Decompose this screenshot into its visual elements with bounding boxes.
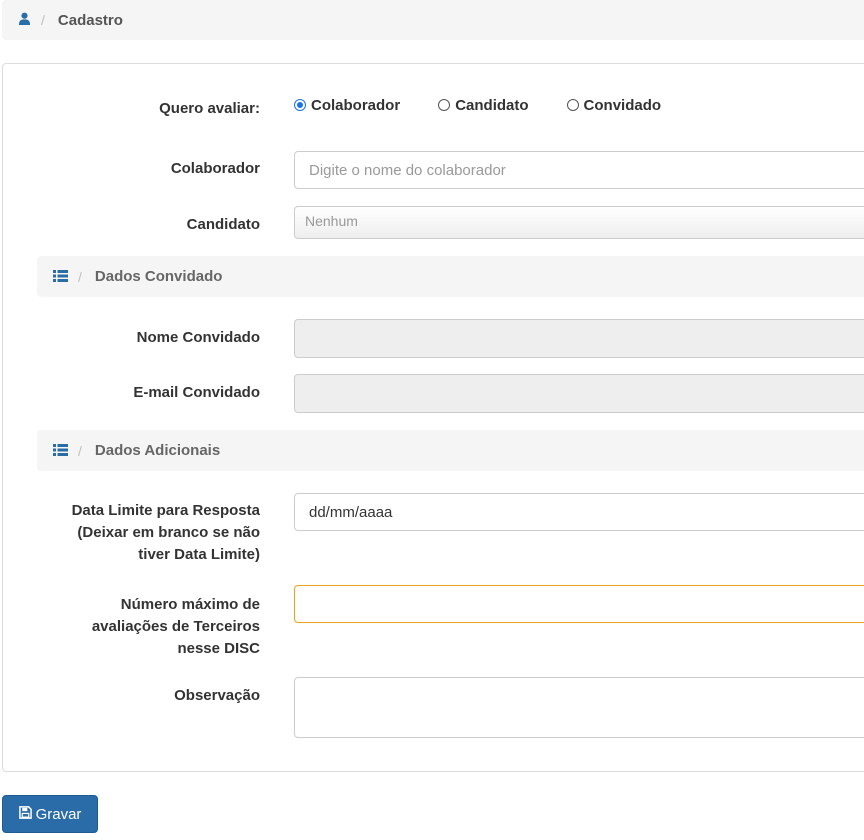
candidato-select[interactable]: Nenhum bbox=[294, 206, 864, 239]
section-title-adicionais: Dados Adicionais bbox=[94, 442, 221, 459]
numero-maximo-label-line-1: Número máximo de bbox=[120, 596, 260, 613]
data-limite-label: Data Limite para Resposta (Deixar em bra… bbox=[72, 500, 260, 566]
radio-convidado[interactable]: Convidado bbox=[566, 96, 662, 114]
list-icon bbox=[53, 443, 68, 459]
data-limite-value: dd/mm/aaaa bbox=[309, 503, 393, 521]
gravar-button[interactable]: Gravar bbox=[2, 795, 98, 833]
gravar-label: Gravar bbox=[35, 805, 82, 823]
quero-avaliar-label: Quero avaliar: bbox=[159, 100, 260, 117]
colaborador-placeholder: Digite o nome do colaborador bbox=[309, 161, 506, 179]
section-dados-convidado: / Dados Convidado bbox=[37, 256, 864, 297]
candidato-value: Nenhum bbox=[305, 213, 358, 229]
radio-convidado-dot[interactable] bbox=[566, 99, 579, 111]
data-limite-input[interactable]: dd/mm/aaaa bbox=[294, 493, 864, 531]
data-limite-label-line-3: tiver Data Limite) bbox=[138, 546, 260, 563]
radio-candidato-dot[interactable] bbox=[438, 99, 451, 111]
user-icon bbox=[18, 12, 31, 28]
nome-convidado-input[interactable] bbox=[294, 319, 864, 358]
numero-maximo-label-line-3: nesse DISC bbox=[177, 640, 260, 657]
radio-convidado-label: Convidado bbox=[583, 96, 662, 114]
observacao-textarea[interactable] bbox=[294, 677, 864, 738]
colaborador-input[interactable]: Digite o nome do colaborador bbox=[294, 151, 864, 189]
numero-maximo-input[interactable] bbox=[294, 585, 864, 623]
numero-maximo-label: Número máximo de avaliações de Terceiros… bbox=[92, 594, 260, 660]
breadcrumb-separator: / bbox=[41, 12, 45, 28]
breadcrumb-label: Cadastro bbox=[57, 11, 123, 29]
radio-colaborador-label: Colaborador bbox=[311, 96, 401, 114]
section-dados-adicionais: / Dados Adicionais bbox=[37, 430, 864, 471]
radio-colaborador[interactable]: Colaborador bbox=[294, 97, 400, 114]
colaborador-label: Colaborador bbox=[170, 160, 260, 177]
floppy-disk-icon bbox=[18, 805, 36, 823]
radio-colaborador-dot[interactable] bbox=[294, 99, 306, 111]
nome-convidado-label: Nome Convidado bbox=[136, 329, 260, 346]
breadcrumb: / Cadastro bbox=[2, 0, 864, 40]
data-limite-label-line-1: Data Limite para Resposta bbox=[71, 502, 260, 519]
section-separator: / bbox=[78, 442, 82, 459]
observacao-label: Observação bbox=[174, 687, 260, 704]
radio-candidato-label: Candidato bbox=[455, 96, 529, 114]
section-separator: / bbox=[78, 268, 82, 285]
section-title-convidado: Dados Convidado bbox=[94, 268, 223, 285]
evaluation-type-radio-group: Colaborador Candidato Convidado bbox=[294, 94, 661, 116]
email-convidado-label: E-mail Convidado bbox=[133, 384, 260, 401]
radio-candidato[interactable]: Candidato bbox=[438, 96, 529, 114]
candidato-label: Candidato bbox=[186, 216, 260, 233]
email-convidado-input[interactable] bbox=[294, 374, 864, 413]
numero-maximo-label-line-2: avaliações de Terceiros bbox=[91, 618, 260, 635]
data-limite-label-line-2: (Deixar em branco se não bbox=[77, 524, 260, 541]
list-icon bbox=[53, 269, 68, 285]
